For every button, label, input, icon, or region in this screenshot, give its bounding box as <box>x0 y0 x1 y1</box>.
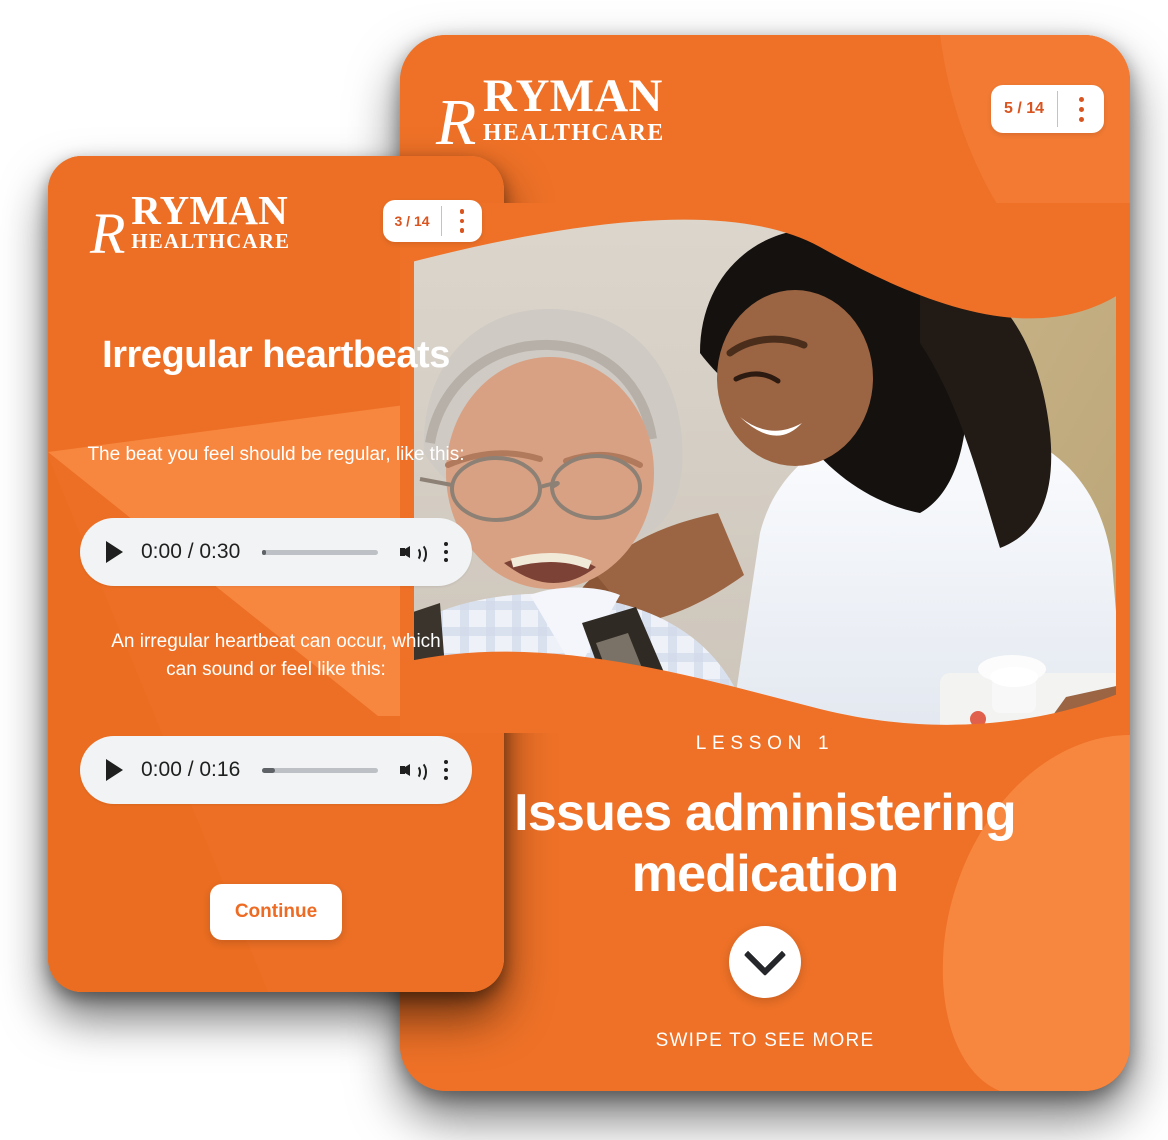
overflow-menu-icon[interactable] <box>442 200 482 242</box>
lesson-header: R RYMAN HEALTHCARE 5 / 14 <box>436 70 1104 160</box>
audio-progress-bar[interactable] <box>262 549 378 555</box>
scroll-down-button[interactable] <box>729 926 801 998</box>
swipe-hint-label: SWIPE TO SEE MORE <box>655 1030 875 1051</box>
audio-player-irregular[interactable]: 0:00 / 0:16 <box>80 736 472 804</box>
logo-subwordmark: HEALTHCARE <box>482 119 665 146</box>
audio-time-display: 0:00 / 0:30 <box>141 540 241 563</box>
lesson-photo <box>400 203 1130 733</box>
page-counter-pill[interactable]: 5 / 14 <box>991 85 1104 133</box>
logo-wordmark: RYMAN <box>482 70 663 123</box>
caption-first: The beat you feel should be regular, lik… <box>87 444 465 465</box>
chevron-down-icon <box>743 933 787 977</box>
audio-time-display: 0:00 / 0:16 <box>141 758 241 781</box>
play-icon[interactable] <box>106 759 123 781</box>
audio-player-regular[interactable]: 0:00 / 0:30 <box>80 518 472 586</box>
continue-button[interactable]: Continue <box>210 884 342 940</box>
overflow-menu-icon[interactable] <box>1058 85 1104 133</box>
ryman-healthcare-logo: R RYMAN HEALTHCARE <box>90 186 291 266</box>
ryman-monogram-icon: R <box>90 200 126 266</box>
volume-icon[interactable] <box>400 759 427 783</box>
screenshot-stage: R RYMAN HEALTHCARE 5 / 14 LESSON 1 Issue… <box>0 0 1168 1140</box>
page-counter-pill[interactable]: 3 / 14 <box>383 200 482 242</box>
logo-wordmark: RYMAN <box>131 186 288 233</box>
audio-progress-fill <box>262 767 275 773</box>
page-counter-label: 3 / 14 <box>394 213 430 229</box>
overflow-menu-icon[interactable] <box>444 540 448 564</box>
lesson-header: R RYMAN HEALTHCARE 3 / 14 <box>90 186 482 266</box>
page-title: Irregular heartbeats <box>102 334 450 376</box>
overflow-menu-icon[interactable] <box>444 758 448 782</box>
lesson-title: Issues administering medication <box>514 784 1016 904</box>
lesson-intro-phone: R RYMAN HEALTHCARE 5 / 14 LESSON 1 Issue… <box>400 35 1130 1091</box>
logo-subwordmark: HEALTHCARE <box>131 229 291 254</box>
volume-icon[interactable] <box>400 541 427 565</box>
play-icon[interactable] <box>106 541 123 563</box>
audio-progress-bar[interactable] <box>262 767 378 773</box>
ryman-healthcare-logo: R RYMAN HEALTHCARE <box>436 70 665 160</box>
ryman-monogram-icon: R <box>436 86 477 160</box>
lesson-kicker: LESSON 1 <box>695 733 835 754</box>
page-counter-label: 5 / 14 <box>1003 100 1045 117</box>
audio-progress-fill <box>262 549 266 555</box>
caption-second: An irregular heartbeat can occur, which … <box>111 631 441 681</box>
caregiver-photo-illustration <box>400 203 1130 733</box>
